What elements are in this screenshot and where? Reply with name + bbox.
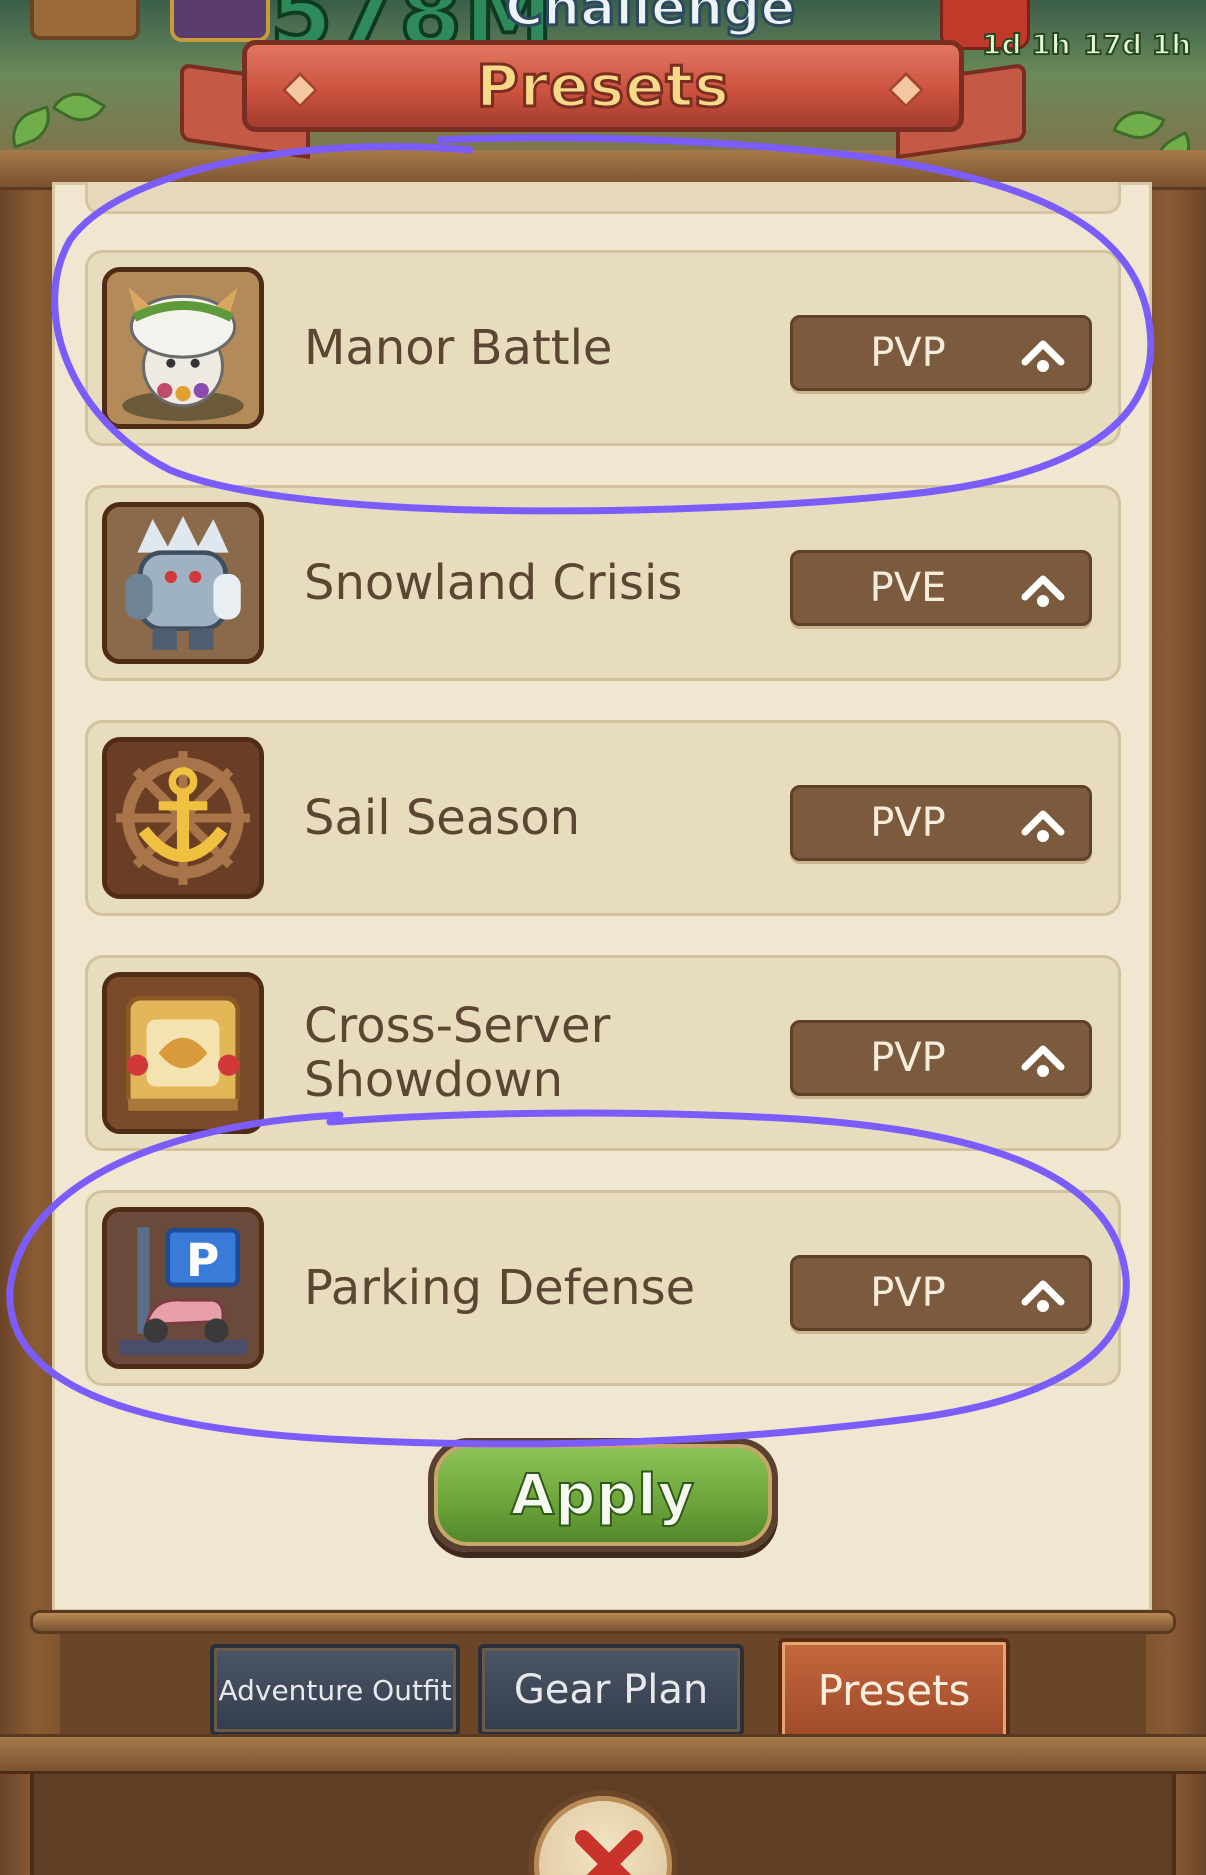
bottom-shelf [30,1610,1176,1634]
mode-select-button[interactable]: PVP [790,785,1092,861]
portal-gate-icon [102,972,264,1134]
presets-screen: 578M Challenge 1d 1h 17d 1h Presets Mano… [0,0,1206,1875]
mode-tag-label: PVP [870,800,946,846]
svg-text:P: P [186,1234,219,1287]
preset-name: Cross-Server Showdown [304,998,611,1108]
preset-name: Manor Battle [304,320,613,376]
preset-name: Sail Season [304,790,581,846]
mode-select-button[interactable]: PVP [790,1020,1092,1096]
emblem-icon [170,0,270,42]
diamond-ornament-icon [281,71,319,109]
mode-select-button[interactable]: PVP [790,315,1092,391]
apply-button-label: Apply [510,1462,696,1529]
preset-row-cross-server-showdown[interactable]: Cross-Server Showdown PVP [85,955,1121,1151]
anchor-wheel-icon [102,737,264,899]
preset-name: Snowland Crisis [304,555,683,611]
mode-tag-label: PVE [869,565,947,611]
title-ribbon: Presets [242,40,964,132]
preset-row-snowland-crisis[interactable]: Snowland Crisis PVE [85,485,1121,681]
mushroom-garland-icon [102,267,264,429]
chevron-up-icon [1021,340,1065,372]
preset-name: Parking Defense [304,1260,696,1316]
list-item-partial [85,182,1121,214]
chest-icon [30,0,140,40]
chevron-up-icon [1021,810,1065,842]
chevron-up-icon [1021,1045,1065,1077]
chevron-up-icon [1021,1280,1065,1312]
diamond-ornament-icon [887,71,925,109]
close-icon [575,1830,643,1875]
chevron-up-icon [1021,575,1065,607]
preset-row-sail-season[interactable]: Sail Season PVP [85,720,1121,916]
parking-scooter-icon: P [102,1207,264,1369]
tab-gear-plan[interactable]: Gear Plan [478,1644,744,1736]
bottom-rail [0,1734,1206,1774]
preset-row-manor-battle[interactable]: Manor Battle PVP [85,250,1121,446]
preset-row-parking-defense[interactable]: P Parking Defense PVP [85,1190,1121,1386]
event-timer-left: 1d 1h [981,27,1072,62]
mode-select-button[interactable]: PVP [790,1255,1092,1331]
mode-select-button[interactable]: PVE [790,550,1092,626]
mode-tag-label: PVP [870,330,946,376]
event-timer-right: 17d 1h [1082,27,1192,62]
tab-presets[interactable]: Presets [778,1638,1010,1760]
frost-golem-icon [102,502,264,664]
apply-button[interactable]: Apply [428,1438,778,1552]
background-challenge-text: Challenge [504,0,798,40]
tab-adventure-outfit[interactable]: Adventure Outfit [210,1644,460,1736]
page-title: Presets [475,51,731,122]
mode-tag-label: PVP [870,1270,946,1316]
mode-tag-label: PVP [870,1035,946,1081]
